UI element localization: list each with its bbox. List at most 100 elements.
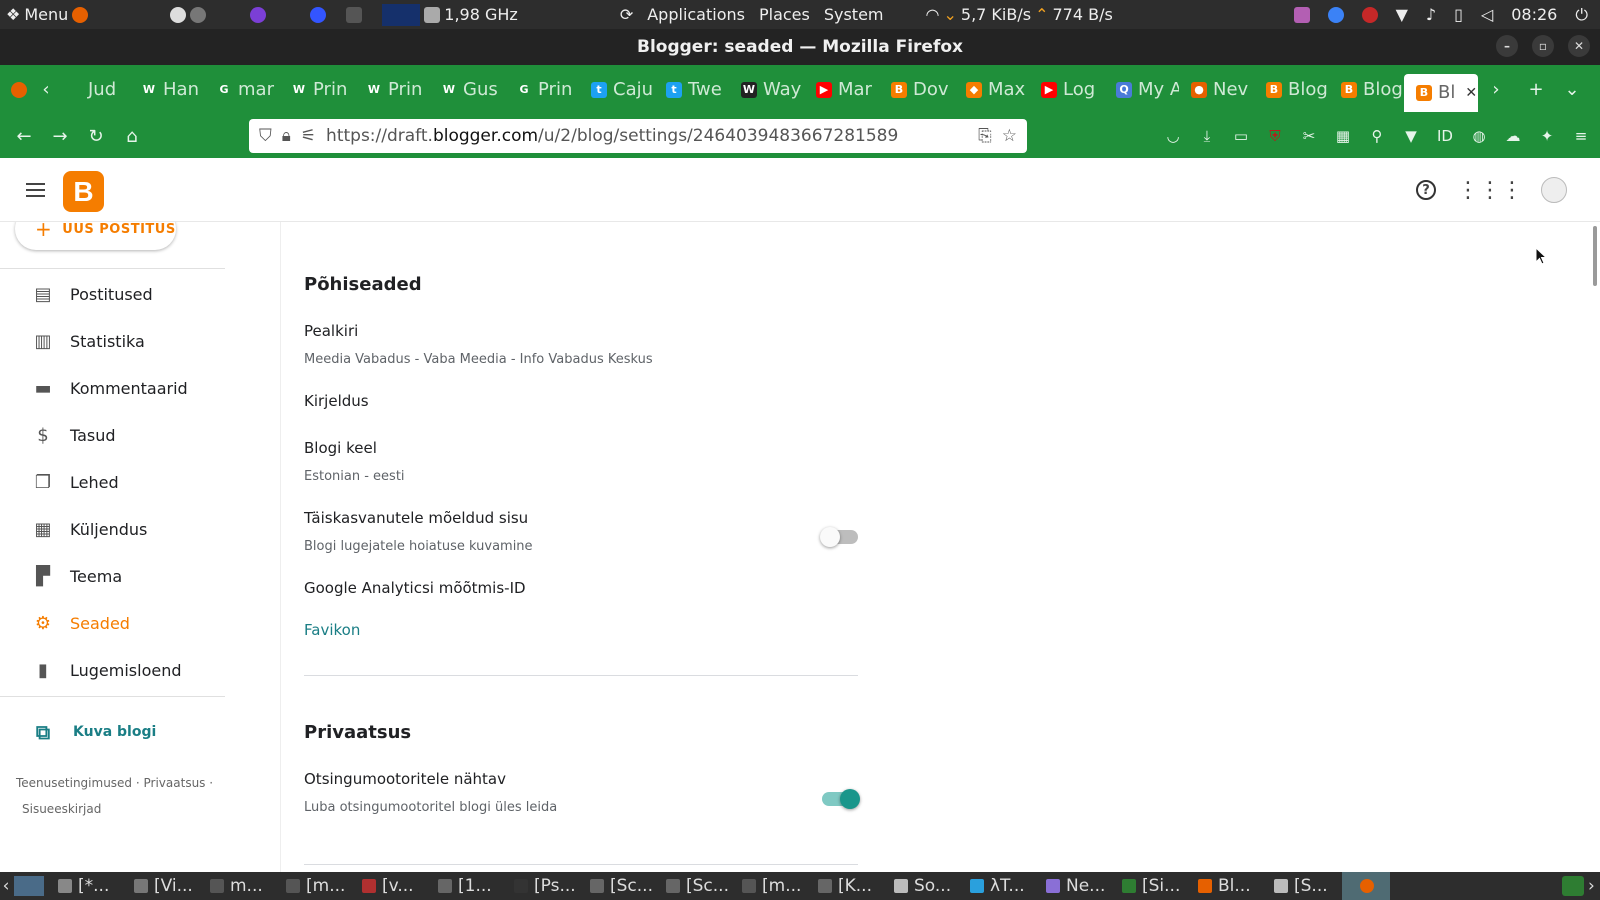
power-icon[interactable]: ⏻	[1575, 5, 1588, 25]
list-tabs-icon[interactable]: ⌄	[1554, 74, 1590, 106]
minimize-icon[interactable]: –	[1496, 35, 1518, 57]
tab-item[interactable]: Jud	[54, 65, 129, 114]
adult-content-toggle[interactable]	[820, 527, 858, 547]
settings-app-icon[interactable]	[190, 6, 207, 23]
taskbar-item[interactable]: [S...	[1266, 872, 1342, 900]
podcast-app-icon[interactable]	[250, 6, 267, 23]
cloud-icon[interactable]: ☁	[1504, 127, 1522, 145]
page-scrollbar[interactable]	[1590, 222, 1600, 872]
scrollbar-thumb[interactable]	[1593, 226, 1597, 286]
terms-link[interactable]: Teenusetingimused	[16, 776, 132, 790]
opera-app-icon[interactable]	[310, 6, 327, 23]
taskbar-item[interactable]: [v...	[354, 872, 430, 900]
url-text[interactable]: https://draft.blogger.com/u/2/blog/setti…	[326, 126, 898, 146]
tab-item[interactable]: W Gus	[429, 65, 504, 114]
ublock-icon[interactable]: ⛨	[1266, 127, 1284, 145]
tab-item[interactable]: B Dov	[879, 65, 954, 114]
extension-icon[interactable]: ✂	[1300, 127, 1318, 145]
privacy-link[interactable]: Privaatsus	[144, 776, 206, 790]
tab-item[interactable]: t Twe	[654, 65, 729, 114]
permissions-icon[interactable]: ⚟	[301, 126, 316, 146]
link-extension-icon[interactable]: ⚲	[1368, 127, 1386, 145]
tab-item[interactable]: ▶ Mar	[804, 65, 879, 114]
menu-icon[interactable]: ≡	[1572, 127, 1590, 145]
extensions-icon[interactable]: ✦	[1538, 127, 1556, 145]
lock-icon[interactable]: 🔒︎	[282, 126, 291, 146]
sidebar-item-comments[interactable]: ▬ Kommentaarid	[0, 366, 225, 410]
shield-icon[interactable]: ⛉	[259, 126, 272, 146]
favicon-setting[interactable]: Favikon	[304, 621, 360, 639]
tab-scroll-left-icon[interactable]: ‹	[38, 74, 54, 106]
tray-bell-icon[interactable]: ♪	[1426, 5, 1436, 24]
menu-places[interactable]: Places	[759, 5, 810, 24]
analytics-id-setting[interactable]: Google Analyticsi mõõtmis-ID	[304, 579, 526, 597]
search-visibility-setting[interactable]: Otsingumootoritele nähtav	[304, 770, 506, 788]
taskbar-scroll-left-icon[interactable]: ‹	[0, 876, 12, 896]
bookmark-star-icon[interactable]: ☆	[1002, 126, 1017, 146]
tab-item[interactable]: t Caju	[579, 65, 654, 114]
new-tab-icon[interactable]: +	[1518, 74, 1554, 106]
tab-item[interactable]: W Han	[129, 65, 204, 114]
sidebar-item-earnings[interactable]: $ Tasud	[0, 413, 225, 457]
taskbar-item[interactable]: [K...	[810, 872, 886, 900]
terminal-app-icon[interactable]	[346, 6, 363, 23]
tab-item[interactable]: Q My A	[1104, 65, 1179, 114]
filter-icon[interactable]: ▼	[1402, 127, 1420, 145]
taskbar-item[interactable]: [Ps...	[506, 872, 582, 900]
taskbar-item[interactable]: [Sc...	[582, 872, 658, 900]
forward-icon[interactable]: →	[42, 120, 78, 152]
help-icon[interactable]: ?	[1410, 174, 1442, 206]
firefox-view-icon[interactable]	[0, 74, 38, 106]
downloads-icon[interactable]: ⤓	[1198, 127, 1216, 145]
tray-wifi-icon[interactable]: ▼	[1396, 5, 1408, 24]
sidebar-item-settings[interactable]: ⚙ Seaded	[0, 601, 225, 645]
taskbar-item[interactable]: [Sc...	[658, 872, 734, 900]
blog-title-setting[interactable]: Pealkiri	[304, 322, 358, 340]
home-icon[interactable]: ⌂	[114, 120, 150, 152]
tray-app-icon[interactable]	[1293, 6, 1310, 23]
reload-icon[interactable]: ↻	[78, 120, 114, 152]
tab-item[interactable]: B Blog	[1329, 65, 1404, 114]
taskbar-item[interactable]: So...	[886, 872, 962, 900]
show-desktop-icon[interactable]	[14, 876, 44, 896]
search-visibility-toggle[interactable]	[822, 789, 860, 809]
blog-language-value[interactable]: Estonian - eesti	[304, 469, 405, 484]
taskbar-item[interactable]: Bl...	[1190, 872, 1266, 900]
account-avatar[interactable]	[1538, 174, 1570, 206]
url-bar[interactable]: ⛉ 🔒︎ ⚟ https://draft.blogger.com/u/2/blo…	[249, 119, 1027, 153]
app-a-icon[interactable]	[170, 6, 187, 23]
taskbar-scroll-right-icon[interactable]: ›	[1588, 876, 1600, 896]
blogger-logo[interactable]: B	[63, 171, 104, 212]
taskbar-item[interactable]: [m...	[278, 872, 354, 900]
taskbar-item[interactable]: [*...	[50, 872, 126, 900]
close-icon[interactable]: ✕	[1568, 35, 1590, 57]
sidebar-item-posts[interactable]: ▤ Postitused	[0, 272, 225, 316]
volume-icon[interactable]: ◁	[1481, 5, 1493, 24]
menu-button[interactable]: ❖ Menu	[0, 5, 94, 24]
tab-item[interactable]: G Prin	[504, 65, 579, 114]
tab-item[interactable]: W Prin	[279, 65, 354, 114]
tab-item[interactable]: B Blog	[1254, 65, 1329, 114]
blog-title-value[interactable]: Meedia Vabadus - Vaba Meedia - Info Vaba…	[304, 352, 653, 367]
firefox-launcher-icon[interactable]	[72, 6, 89, 23]
tab-close-icon[interactable]: ✕	[1465, 85, 1477, 101]
id-icon[interactable]: ID	[1436, 127, 1454, 145]
tab-item[interactable]: ◆ Max	[954, 65, 1029, 114]
tab-scroll-right-icon[interactable]: ›	[1478, 74, 1514, 106]
back-icon[interactable]: ←	[6, 120, 42, 152]
maximize-icon[interactable]: ▫	[1532, 35, 1554, 57]
menu-system[interactable]: System	[824, 5, 884, 24]
taskbar-item[interactable]: m...	[202, 872, 278, 900]
clock[interactable]: 08:26	[1511, 5, 1557, 24]
sidebar-item-theme[interactable]: ▛ Teema	[0, 554, 225, 598]
blog-language-setting[interactable]: Blogi keel	[304, 439, 377, 457]
menu-applications[interactable]: Applications	[647, 5, 745, 24]
tray-record-icon[interactable]	[1361, 6, 1378, 23]
taskbar-item[interactable]: [m...	[734, 872, 810, 900]
hamburger-menu-icon[interactable]	[24, 178, 48, 202]
apps-grid-icon[interactable]: ⋮⋮⋮	[1457, 174, 1523, 206]
globe-icon[interactable]: ◍	[1470, 127, 1488, 145]
trash-icon[interactable]	[1562, 876, 1584, 896]
new-post-button[interactable]: + UUS POSTITUS	[15, 222, 176, 250]
description-setting[interactable]: Kirjeldus	[304, 392, 369, 410]
